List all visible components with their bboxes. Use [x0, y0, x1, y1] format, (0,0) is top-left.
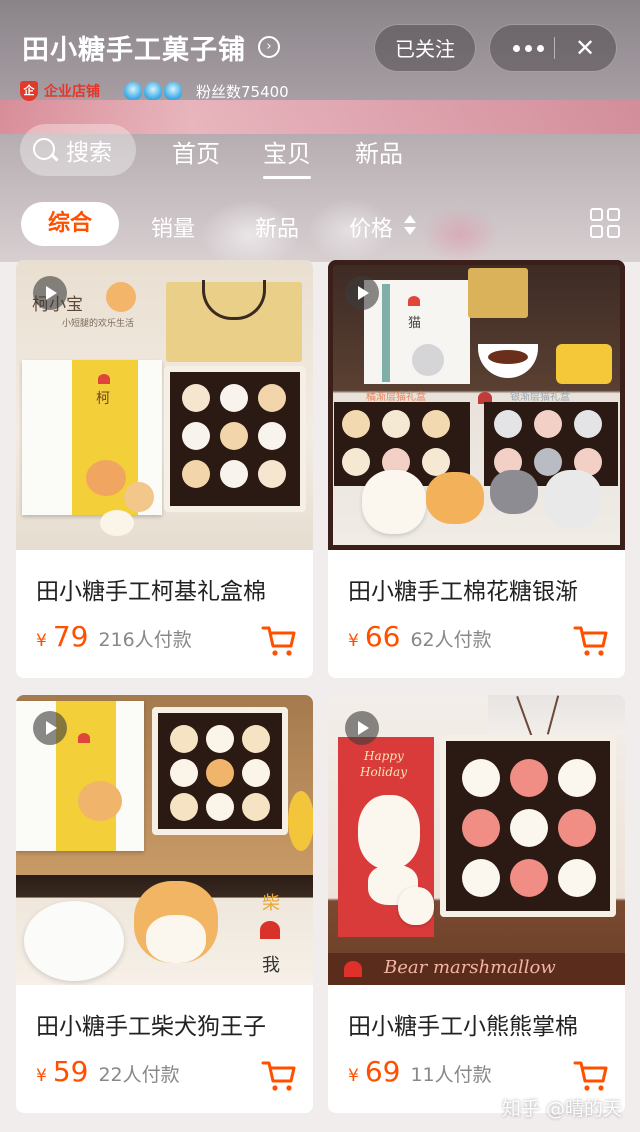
enterprise-label: 企业店铺 [44, 84, 100, 100]
photo-caption: 小短腿的欢乐生活 [62, 319, 135, 329]
product-name[interactable]: 田小糖手工柴犬狗王子 [36, 1007, 298, 1041]
product-photo[interactable]: 柯小宝 小短腿的欢乐生活 柯 [16, 260, 313, 550]
sold-count: 22人付款 [98, 1064, 180, 1086]
product-card[interactable]: Happy Holiday Bear marshmallow 田小糖手工小熊熊掌… [328, 695, 625, 1113]
enterprise-shield-icon: 企 [20, 81, 38, 101]
photo-caption: 柴 [262, 893, 280, 914]
grid-view-icon[interactable] [590, 208, 620, 238]
follow-button[interactable]: 已关注 [374, 24, 476, 72]
add-to-cart-icon[interactable] [261, 1059, 297, 1093]
photo-caption: Holiday [360, 765, 407, 779]
close-icon[interactable]: ✕ [562, 25, 608, 71]
photo-caption: 猫 [408, 316, 422, 331]
crown-icon [124, 82, 142, 100]
video-play-icon[interactable] [33, 711, 67, 745]
sold-count: 11人付款 [410, 1064, 492, 1086]
product-price-row: ¥ 59 22人付款 [36, 1055, 180, 1088]
photo-caption: 柯 [96, 391, 110, 407]
capsule-divider [554, 37, 555, 59]
currency-symbol: ¥ [36, 1066, 47, 1086]
product-price-row: ¥ 66 62人付款 [348, 620, 492, 653]
mini-program-capsule: ✕ [489, 24, 617, 72]
product-photo[interactable]: Happy Holiday Bear marshmallow [328, 695, 625, 985]
shop-name[interactable]: 田小糖手工菓子铺 [22, 28, 246, 67]
product-price-row: ¥ 69 11人付款 [348, 1055, 492, 1088]
product-price: 79 [52, 620, 89, 653]
source-watermark: 知乎 @晴的天 [501, 1098, 622, 1120]
crown-icon [164, 82, 182, 100]
sort-price[interactable]: 价格 [349, 211, 393, 243]
sort-sales[interactable]: 销量 [151, 211, 195, 243]
product-price: 66 [364, 620, 401, 653]
fans-count: 粉丝数75400 [196, 82, 289, 101]
product-card[interactable]: 猫 橘渐层猫礼盒 银渐层猫礼盒 田小糖手工棉花糖银渐 ¥ 66 62人付款 [328, 260, 625, 678]
tab-home[interactable]: 首页 [172, 134, 220, 169]
sort-comprehensive[interactable]: 综合 [21, 202, 119, 246]
sold-count: 62人付款 [410, 629, 492, 651]
sort-updown-icon[interactable] [404, 213, 416, 237]
more-dots-icon[interactable] [502, 25, 554, 71]
search-button[interactable]: 搜索 [20, 124, 136, 176]
photo-caption: 我 [262, 955, 280, 976]
currency-symbol: ¥ [36, 631, 47, 651]
product-price: 69 [364, 1055, 401, 1088]
product-card[interactable]: 柯小宝 小短腿的欢乐生活 柯 田小糖手工柯基礼盒棉 ¥ 79 216人付款 [16, 260, 313, 678]
product-photo[interactable]: 柴 我 [16, 695, 313, 985]
sold-count: 216人付款 [98, 629, 192, 651]
add-to-cart-icon[interactable] [573, 1059, 609, 1093]
currency-symbol: ¥ [348, 1066, 359, 1086]
shop-rating [124, 82, 182, 100]
product-name[interactable]: 田小糖手工小熊熊掌棉 [348, 1007, 610, 1041]
shop-badges: 企 企业店铺 粉丝数75400 [20, 78, 289, 104]
product-price: 59 [52, 1055, 89, 1088]
video-play-icon[interactable] [345, 711, 379, 745]
tab-items[interactable]: 宝贝 [263, 134, 311, 179]
photo-caption: 橘渐层猫礼盒 [366, 392, 426, 403]
photo-caption: Happy [364, 749, 404, 763]
add-to-cart-icon[interactable] [261, 624, 297, 658]
photo-caption: 银渐层猫礼盒 [510, 392, 570, 403]
video-play-icon[interactable] [33, 276, 67, 310]
photo-caption: Bear marshmallow [384, 957, 556, 978]
product-name[interactable]: 田小糖手工柯基礼盒棉 [36, 572, 298, 606]
product-price-row: ¥ 79 216人付款 [36, 620, 192, 653]
search-icon [32, 137, 58, 163]
sort-new[interactable]: 新品 [255, 211, 299, 243]
crown-icon [144, 82, 162, 100]
product-photo[interactable]: 猫 橘渐层猫礼盒 银渐层猫礼盒 [328, 260, 625, 550]
currency-symbol: ¥ [348, 631, 359, 651]
product-card[interactable]: 柴 我 田小糖手工柴犬狗王子 ¥ 59 22人付款 [16, 695, 313, 1113]
tab-new[interactable]: 新品 [355, 134, 403, 169]
search-label: 搜索 [66, 140, 112, 166]
product-name[interactable]: 田小糖手工棉花糖银渐 [348, 572, 610, 606]
video-play-icon[interactable] [345, 276, 379, 310]
shop-info-arrow-icon[interactable]: › [258, 36, 280, 58]
add-to-cart-icon[interactable] [573, 624, 609, 658]
